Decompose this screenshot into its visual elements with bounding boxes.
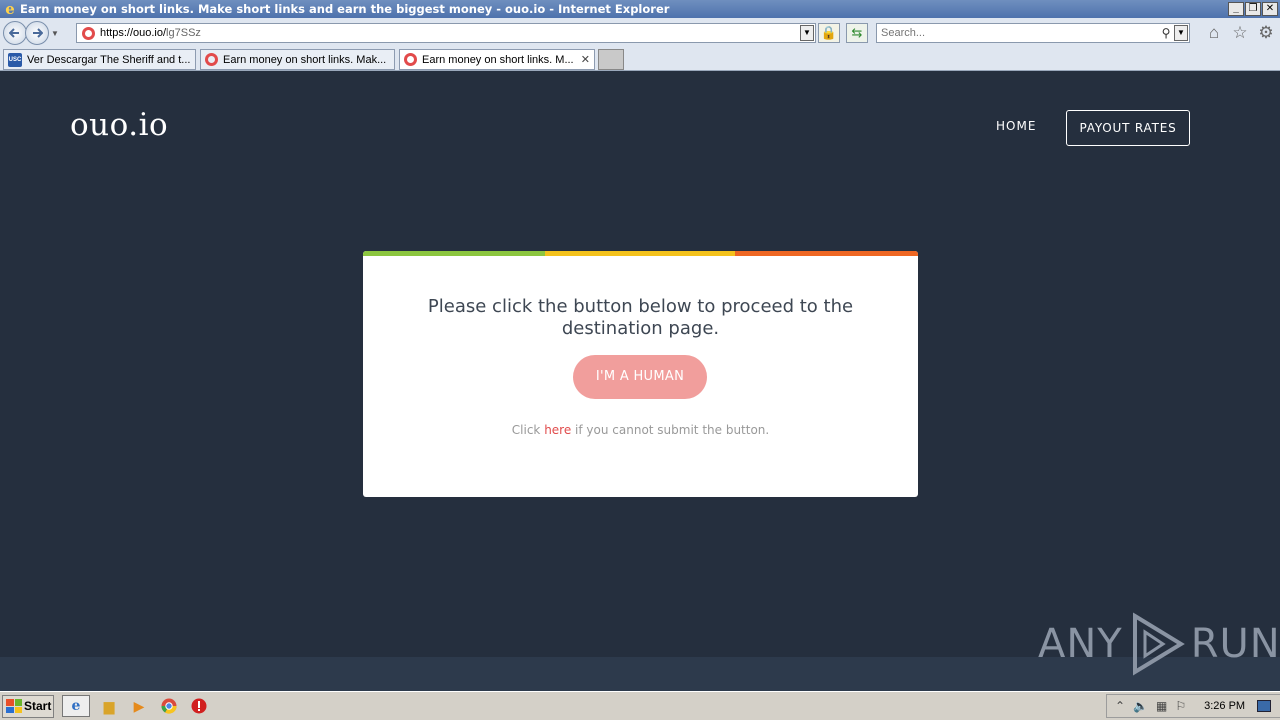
browser-tools: ⌂ ☆ ⚙ <box>1204 22 1276 44</box>
tab-strip: USC Ver Descargar The Sheriff and t... E… <box>0 48 1280 71</box>
search-dropdown-icon[interactable]: ▼ <box>1174 25 1188 41</box>
help-here-link[interactable]: here <box>544 423 571 437</box>
window-controls: _ ❐ ✕ <box>1228 2 1278 16</box>
restore-button[interactable]: ❐ <box>1245 2 1261 16</box>
clock[interactable]: 3:26 PM <box>1204 700 1245 712</box>
chrome-icon[interactable] <box>158 695 180 717</box>
favorites-star-icon[interactable]: ☆ <box>1230 22 1250 44</box>
gear-icon[interactable]: ⚙ <box>1256 22 1276 44</box>
network-icon[interactable]: ▦ <box>1156 699 1167 713</box>
forward-arrow-icon <box>33 28 43 38</box>
card-accent-yellow <box>545 251 735 256</box>
card-accent-green <box>363 251 545 256</box>
media-player-icon[interactable]: ▶ <box>128 695 150 717</box>
search-icon[interactable]: ⚲ <box>1158 26 1174 40</box>
start-button[interactable]: Start <box>2 694 54 718</box>
show-desktop-icon[interactable] <box>1257 700 1272 712</box>
search-box[interactable]: ⚲ ▼ <box>876 23 1190 43</box>
ouo-icon <box>404 53 417 66</box>
proceed-card: Please click the button below to proceed… <box>363 251 918 497</box>
forward-button[interactable] <box>25 21 49 45</box>
proceed-message: Please click the button below to proceed… <box>427 296 854 339</box>
internet-explorer-icon: e <box>5 0 15 18</box>
anyrun-watermark: ANY RUN <box>1038 611 1280 677</box>
back-arrow-icon <box>9 28 19 38</box>
url-text[interactable]: https://ouo.io/lg7SSz <box>100 27 800 39</box>
window-titlebar: e Earn money on short links. Make short … <box>0 0 1280 18</box>
help-text: Click here if you cannot submit the butt… <box>511 423 770 437</box>
play-triangle-icon <box>1132 612 1185 676</box>
nav-home-link[interactable]: HOME <box>996 119 1036 133</box>
minimize-button[interactable]: _ <box>1228 2 1244 16</box>
browser-toolbar: ▼ https://ouo.io/lg7SSz ▼ 🔒 ⇆ ⚲ ▼ ⌂ ☆ ⚙ <box>0 18 1280 48</box>
search-input[interactable] <box>877 27 1158 39</box>
address-dropdown-icon[interactable]: ▼ <box>800 25 814 41</box>
red-stop-logo <box>191 698 207 714</box>
close-tab-icon[interactable]: ✕ <box>581 53 590 66</box>
card-accent-orange <box>735 251 918 256</box>
site-favicon-icon <box>82 26 95 40</box>
usc-icon: USC <box>8 52 22 67</box>
lock-icon[interactable]: 🔒 <box>818 23 840 43</box>
volume-icon[interactable]: 🔈 <box>1133 699 1148 713</box>
refresh-button[interactable]: ⇆ <box>846 23 868 43</box>
ouo-icon <box>205 53 218 66</box>
windows-flag-icon <box>6 699 22 713</box>
tab-ver-descargar[interactable]: USC Ver Descargar The Sheriff and t... <box>3 49 196 70</box>
nav-payout-rates-button[interactable]: PAYOUT RATES <box>1066 110 1190 146</box>
tab-ouo-active[interactable]: Earn money on short links. M... ✕ <box>399 49 595 70</box>
back-button[interactable] <box>3 21 27 45</box>
taskbar: Start e ▆ ▶ ⌃ 🔈 ▦ ⚐ 3:26 PM <box>0 691 1280 720</box>
ie-taskbar-icon[interactable]: e <box>62 695 90 717</box>
tab-ouo-1[interactable]: Earn money on short links. Mak... <box>200 49 395 70</box>
chrome-logo <box>161 698 177 714</box>
site-logo[interactable]: ouo.io <box>70 107 168 143</box>
tray-expand-icon[interactable]: ⌃ <box>1115 699 1125 713</box>
close-button[interactable]: ✕ <box>1262 2 1278 16</box>
new-tab-button[interactable] <box>598 49 624 70</box>
system-tray: ⌃ 🔈 ▦ ⚐ 3:26 PM <box>1106 694 1280 718</box>
web-page: ouo.io HOME PAYOUT RATES Please click th… <box>0 71 1280 691</box>
history-dropdown-icon[interactable]: ▼ <box>51 29 61 38</box>
im-a-human-button[interactable]: I'M A HUMAN <box>573 355 707 399</box>
address-bar[interactable]: https://ouo.io/lg7SSz ▼ <box>76 23 816 43</box>
stop-icon[interactable] <box>188 695 210 717</box>
action-center-flag-icon[interactable]: ⚐ <box>1175 699 1186 713</box>
folder-icon[interactable]: ▆ <box>98 695 120 717</box>
home-icon[interactable]: ⌂ <box>1204 22 1224 44</box>
window-title: Earn money on short links. Make short li… <box>20 2 670 16</box>
